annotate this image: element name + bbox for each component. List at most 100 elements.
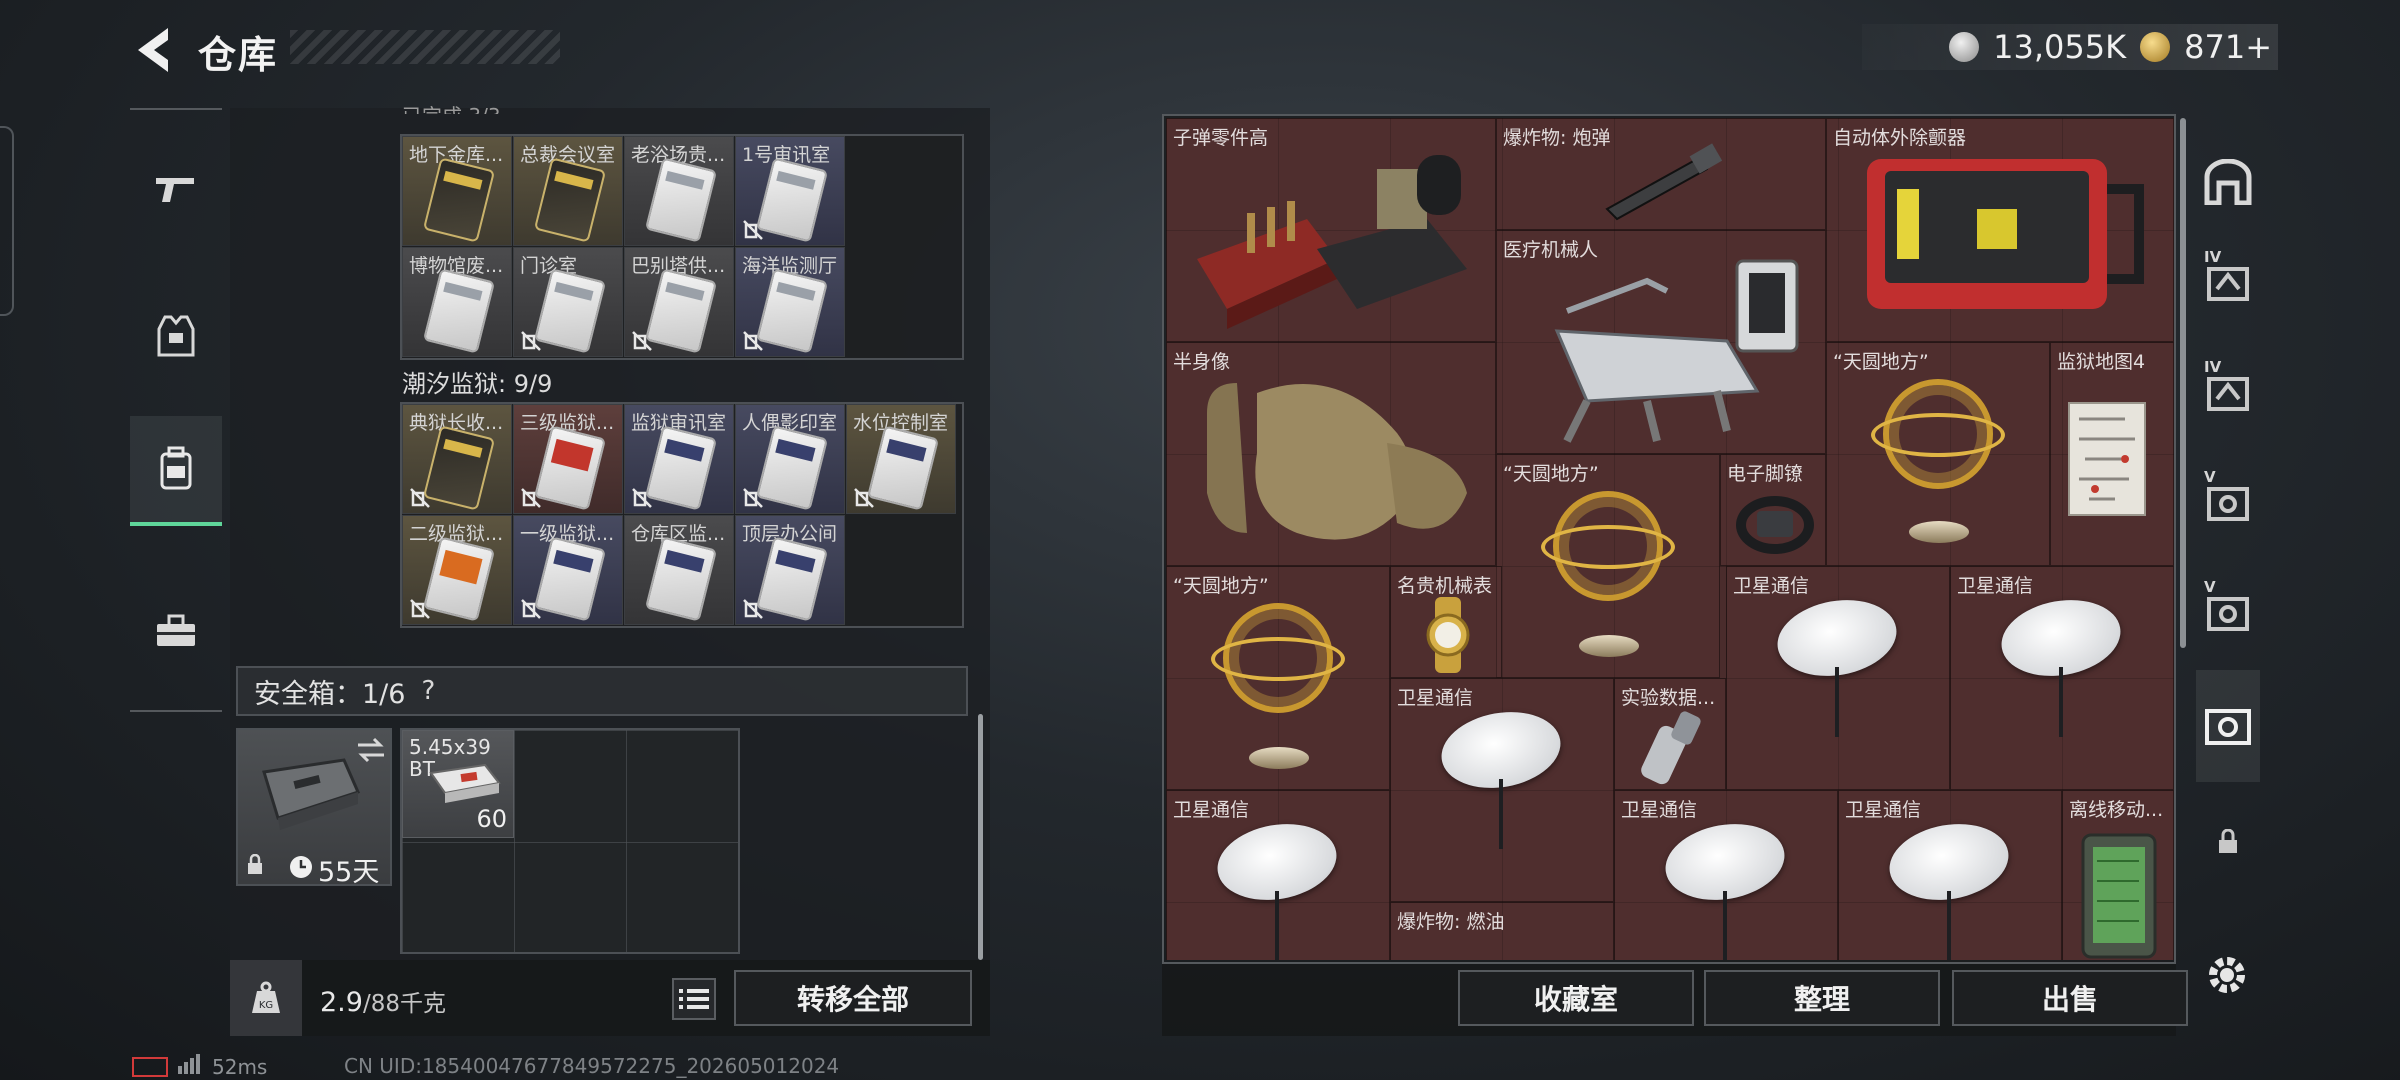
stash-tab-main[interactable]	[2196, 126, 2260, 238]
toolbox-icon	[157, 614, 195, 646]
settings-button[interactable]	[2202, 950, 2252, 1004]
stash-tab-v-2[interactable]: V	[2196, 556, 2260, 668]
item-satellite-5[interactable]: 卫星通信	[1614, 790, 1838, 960]
key-card-cell[interactable]: 总裁会议室	[513, 136, 623, 246]
item-bust[interactable]: 半身像	[1166, 342, 1496, 566]
safebox-container[interactable]: 55天	[236, 728, 392, 888]
item-armillary-2[interactable]: “天圆地方”	[1496, 454, 1720, 678]
ammo-box-icon	[429, 763, 501, 803]
item-luxury-watch[interactable]: 名贵机械表	[1390, 566, 1502, 678]
item-experiment-data[interactable]: 实验数据...	[1614, 678, 1726, 790]
silver-coin-icon	[1949, 32, 1980, 62]
item-label: 卫星通信	[1621, 799, 1698, 821]
key-card-icon	[422, 268, 496, 354]
key-card-cell[interactable]: 二级监狱...	[402, 515, 512, 625]
item-label: 卫星通信	[1173, 799, 1250, 821]
base	[1909, 521, 1969, 543]
item-label: 名贵机械表	[1397, 575, 1493, 597]
stash-scrollbar[interactable]	[2180, 118, 2186, 648]
key-card-cell[interactable]: 一级监狱...	[513, 515, 623, 625]
item-armillary-3[interactable]: “天圆地方”	[1166, 566, 1390, 790]
key-card-icon	[422, 157, 496, 243]
key-card-icon	[644, 268, 718, 354]
key-group-2-label: 潮汐监狱: 9/9	[402, 370, 553, 398]
item-satellite-6[interactable]: 卫星通信	[1838, 790, 2062, 960]
key-card-cell[interactable]: 顶层办公间	[735, 515, 845, 625]
key-card-cell[interactable]: 1号审讯室	[735, 136, 845, 246]
key-card-icon	[533, 536, 607, 622]
key-card-cell[interactable]: 地下金库...	[402, 136, 512, 246]
key-card-icon	[644, 157, 718, 243]
nav-armor[interactable]	[130, 282, 222, 392]
user-uid: CN UID:18540047677849572275_202605012024	[344, 1054, 840, 1078]
no-bind-icon	[410, 488, 430, 508]
item-bullet-parts[interactable]: 子弹零件高	[1166, 118, 1496, 342]
key-card-cell[interactable]: 海洋监测厅	[735, 247, 845, 357]
swap-icon[interactable]	[356, 736, 386, 764]
backpack-icon	[160, 446, 192, 490]
tripod	[1499, 779, 1503, 849]
left-scrollbar[interactable]	[978, 714, 983, 960]
no-bind-icon	[632, 331, 652, 351]
item-offline-mobile[interactable]: 离线移动...	[2062, 790, 2174, 960]
item-explosive-shell[interactable]: 爆炸物: 炮弹	[1496, 118, 1826, 230]
key-grid-1: 地下金库... 总裁会议室 老浴场贵... 1号审讯室博物馆废... 门诊室 巴别塔供..…	[400, 134, 964, 360]
item-medical-robot[interactable]: 医疗机械人	[1496, 230, 1826, 454]
side-drawer-handle[interactable]	[0, 126, 14, 316]
item-label: “天圆地方”	[1173, 575, 1269, 597]
item-prison-map-4[interactable]: 监狱地图4	[2050, 342, 2174, 566]
collection-room-button[interactable]: 收藏室	[1458, 970, 1694, 1026]
sort-button[interactable]: 整理	[1704, 970, 1940, 1026]
list-view-button[interactable]	[672, 978, 716, 1020]
nav-backpack[interactable]	[130, 416, 222, 526]
key-card-cell[interactable]: 监狱审讯室	[624, 404, 734, 514]
stash-tab-v-1[interactable]: V	[2196, 446, 2260, 558]
item-aed[interactable]: 自动体外除颤器	[1826, 118, 2174, 342]
item-satellite-4[interactable]: 卫星通信	[1166, 790, 1390, 960]
stash-tab-locked[interactable]	[2196, 786, 2260, 898]
tripod	[1947, 891, 1951, 960]
item-label: 卫星通信	[1397, 687, 1474, 709]
item-satellite-1[interactable]: 卫星通信	[1726, 566, 1950, 790]
no-bind-icon	[521, 488, 541, 508]
tab-tier: V	[2204, 578, 2216, 596]
item-armillary-1[interactable]: “天圆地方”	[1826, 342, 2050, 566]
help-icon[interactable]: ?	[421, 676, 435, 706]
item-electronic-shackle[interactable]: 电子脚镣	[1720, 454, 1826, 566]
bullet-parts-icon	[1197, 155, 1467, 329]
stash-grid: 子弹零件高 爆炸物: 炮弹 自动体外除颤器 医疗机械人 半身像 “天圆地方” 监…	[1166, 118, 2174, 960]
transfer-all-button[interactable]: 转移全部	[734, 970, 972, 1026]
nav-toolbox[interactable]	[130, 576, 222, 686]
no-bind-icon	[743, 599, 763, 619]
key-card-cell[interactable]: 水位控制室	[846, 404, 956, 514]
sell-button[interactable]: 出售	[1952, 970, 2188, 1026]
weight-kg-icon: KG	[252, 981, 280, 1013]
key-card-cell[interactable]: 三级监狱...	[513, 404, 623, 514]
key-card-cell[interactable]: 门诊室	[513, 247, 623, 357]
key-card-cell[interactable]: 巴别塔供...	[624, 247, 734, 357]
key-card-cell[interactable]: 典狱长收...	[402, 404, 512, 514]
key-card-cell[interactable]: 老浴场贵...	[624, 136, 734, 246]
list-icon	[679, 989, 709, 1009]
key-card-cell[interactable]: 仓库区监...	[624, 515, 734, 625]
key-card-cell[interactable]: 博物馆废...	[402, 247, 512, 357]
silver-amount: 13,055K	[1993, 28, 2127, 66]
mobile-device-icon	[2081, 833, 2157, 959]
nav-weapon[interactable]	[130, 134, 222, 244]
item-explosive-fuel[interactable]: 爆炸物: 燃油	[1390, 902, 1614, 960]
stash-tab-active[interactable]	[2196, 670, 2260, 782]
stash-tab-nav: IV IV V V	[2196, 126, 2260, 916]
item-satellite-2[interactable]: 卫星通信	[1950, 566, 2174, 790]
stash-tab-iv-1[interactable]: IV	[2196, 226, 2260, 338]
back-button[interactable]	[128, 22, 178, 78]
ammo-name: 5.45x39	[409, 735, 491, 759]
ammo-item[interactable]: 5.45x39 BT 60	[402, 730, 514, 838]
base	[1579, 635, 1639, 657]
key-card-cell[interactable]: 人偶影印室	[735, 404, 845, 514]
stash-tab-iv-2[interactable]: IV	[2196, 336, 2260, 448]
item-satellite-3[interactable]: 卫星通信	[1390, 678, 1614, 902]
gold-amount[interactable]: 871+	[2184, 28, 2272, 66]
ring	[1541, 525, 1675, 569]
item-label: 卫星通信	[1733, 575, 1810, 597]
key-card-icon	[533, 268, 607, 354]
